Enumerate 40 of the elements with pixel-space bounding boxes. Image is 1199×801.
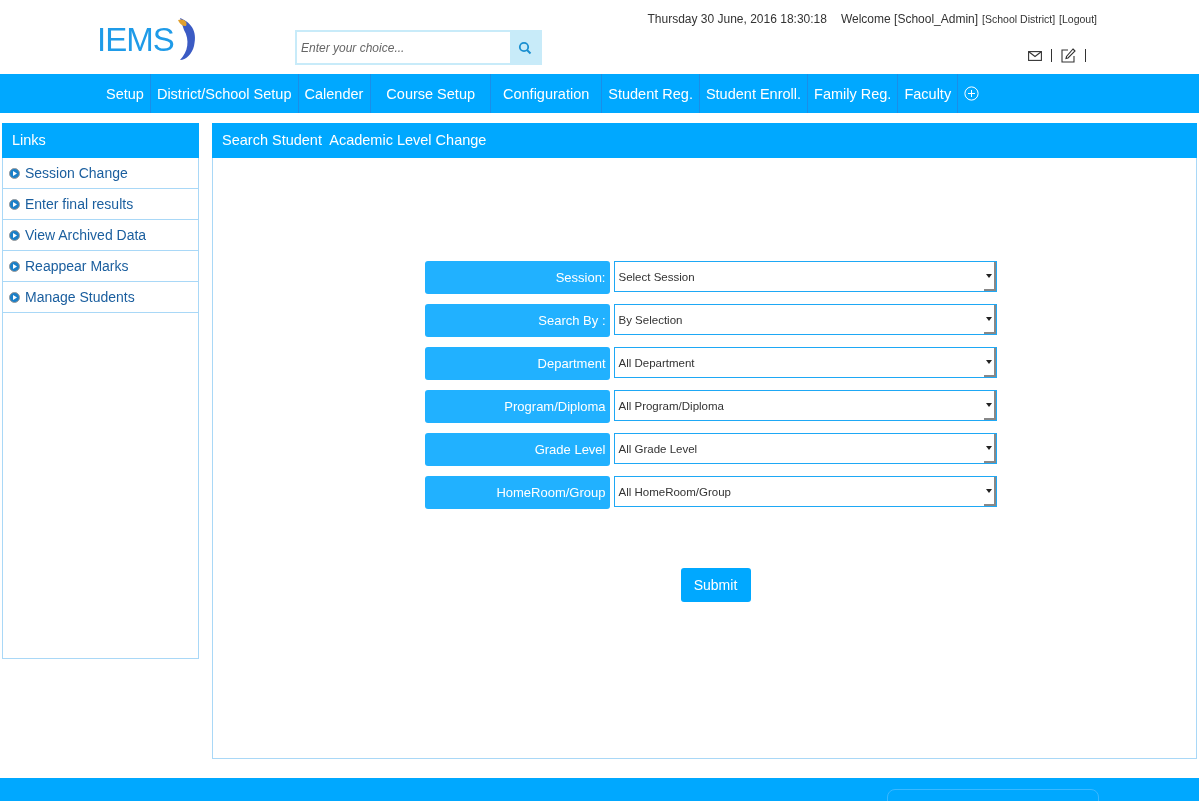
field-label: Department xyxy=(424,347,610,380)
caret-icon xyxy=(983,305,996,334)
sidebar-item[interactable]: Reappear Marks xyxy=(3,251,198,282)
field-label: Grade Level xyxy=(424,433,610,466)
search-icon xyxy=(518,40,532,55)
edit-icon[interactable] xyxy=(1061,48,1076,63)
caret-icon xyxy=(983,434,996,463)
field-label: Session: xyxy=(424,261,610,294)
add-icon[interactable] xyxy=(964,86,980,101)
sidebar-item[interactable]: Enter final results xyxy=(3,189,198,220)
dropdown[interactable]: All Program/Diploma xyxy=(613,390,997,421)
field-label: Program/Diploma xyxy=(424,390,610,423)
district-link[interactable]: [School District] xyxy=(982,13,1056,25)
field-label: HomeRoom/Group xyxy=(424,476,610,509)
sidebar-item[interactable]: Session Change xyxy=(3,158,198,189)
field-label: Search By : xyxy=(424,304,610,337)
caret-icon xyxy=(983,262,996,291)
dropdown[interactable]: Select Session xyxy=(613,261,997,292)
play-icon xyxy=(9,229,20,241)
search-field[interactable]: Enter your choice... xyxy=(295,30,542,65)
mail-icon[interactable] xyxy=(1028,50,1042,61)
logo-text: IEMS xyxy=(97,20,174,60)
caret-icon xyxy=(983,477,996,506)
play-icon xyxy=(9,167,20,179)
play-icon xyxy=(9,198,20,210)
caret-icon xyxy=(983,391,996,420)
panel-title: Search Student Academic Level Change xyxy=(212,123,1197,158)
sidebar-item[interactable]: Manage Students xyxy=(3,282,198,313)
dropdown[interactable]: All Grade Level xyxy=(613,433,997,464)
date-time: Thursday 30 June, 2016 18:30:18 xyxy=(647,12,827,26)
dropdown[interactable]: By Selection xyxy=(613,304,997,335)
caret-icon xyxy=(983,348,996,377)
play-icon xyxy=(9,291,20,303)
logout-link[interactable]: [Logout] xyxy=(1059,13,1097,25)
dropdown[interactable]: All HomeRoom/Group xyxy=(613,476,997,507)
dropdown[interactable]: All Department xyxy=(613,347,997,378)
panel-title: Links xyxy=(2,123,199,158)
sidebar-item[interactable]: View Archived Data xyxy=(3,220,198,251)
welcome-text: Welcome [School_Admin] xyxy=(840,12,979,26)
play-icon xyxy=(9,260,20,272)
